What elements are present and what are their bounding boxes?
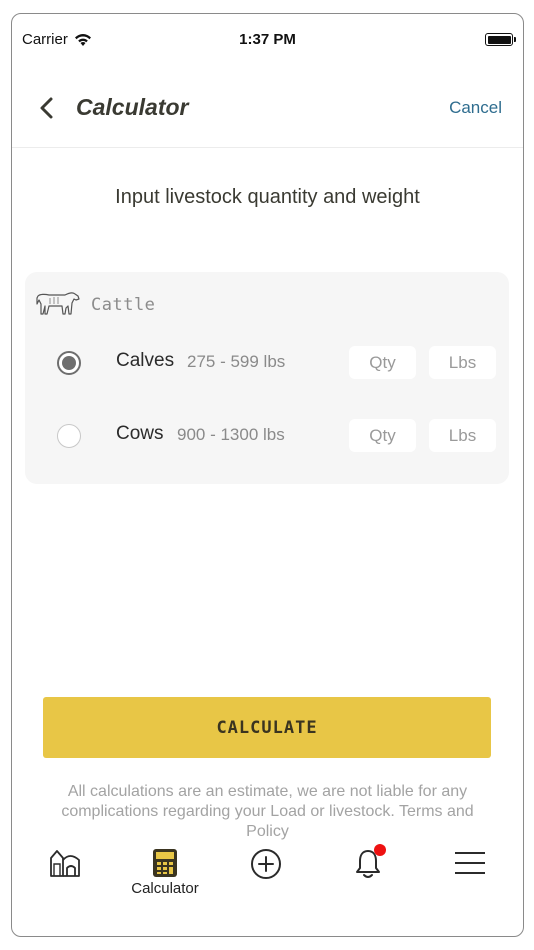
cow-icon <box>36 292 80 315</box>
livestock-row-calves: Calves 275 - 599 lbs <box>25 346 509 380</box>
menu-icon <box>455 852 485 874</box>
livestock-row-cows: Cows 900 - 1300 lbs <box>25 419 509 453</box>
page-title: Calculator <box>76 94 189 120</box>
phone-frame: Carrier 1:37 PM Calculator Cancel Input … <box>11 13 524 937</box>
weight-range: 275 - 599 lbs <box>187 352 286 371</box>
clock: 1:37 PM <box>239 31 296 48</box>
tab-barn[interactable] <box>15 842 115 878</box>
tab-label: Calculator <box>131 880 199 897</box>
back-chevron-icon[interactable] <box>36 96 60 120</box>
tab-bar: Calculator <box>12 842 523 912</box>
category-label: Cattle <box>91 295 156 315</box>
qty-input[interactable] <box>349 346 416 379</box>
livestock-card: Cattle Calves 275 - 599 lbs Cows 900 - 1… <box>25 272 509 484</box>
tab-notifications[interactable] <box>318 842 418 880</box>
status-bar: Carrier 1:37 PM <box>12 14 523 64</box>
radio-cows[interactable] <box>57 424 81 448</box>
tab-add[interactable] <box>216 842 316 880</box>
lbs-input[interactable] <box>429 346 496 379</box>
notification-badge <box>374 844 386 856</box>
tab-calculator[interactable]: Calculator <box>115 842 215 897</box>
battery-icon <box>485 33 516 46</box>
qty-input[interactable] <box>349 419 416 452</box>
nav-header: Calculator Cancel <box>12 84 523 148</box>
calculate-button[interactable]: CALCULATE <box>43 697 491 758</box>
plus-circle-icon <box>251 849 281 879</box>
disclaimer-text: All calculations are an estimate, we are… <box>61 783 474 840</box>
instruction-text: Input livestock quantity and weight <box>115 186 420 208</box>
lbs-input[interactable] <box>429 419 496 452</box>
radio-calves[interactable] <box>57 351 81 375</box>
cancel-button[interactable]: Cancel <box>449 98 502 118</box>
calculator-icon <box>153 849 177 877</box>
tab-menu[interactable] <box>420 842 520 878</box>
barn-icon <box>50 850 80 877</box>
animal-name: Cows <box>116 423 164 444</box>
animal-name: Calves <box>116 350 175 371</box>
weight-range: 900 - 1300 lbs <box>177 425 285 444</box>
